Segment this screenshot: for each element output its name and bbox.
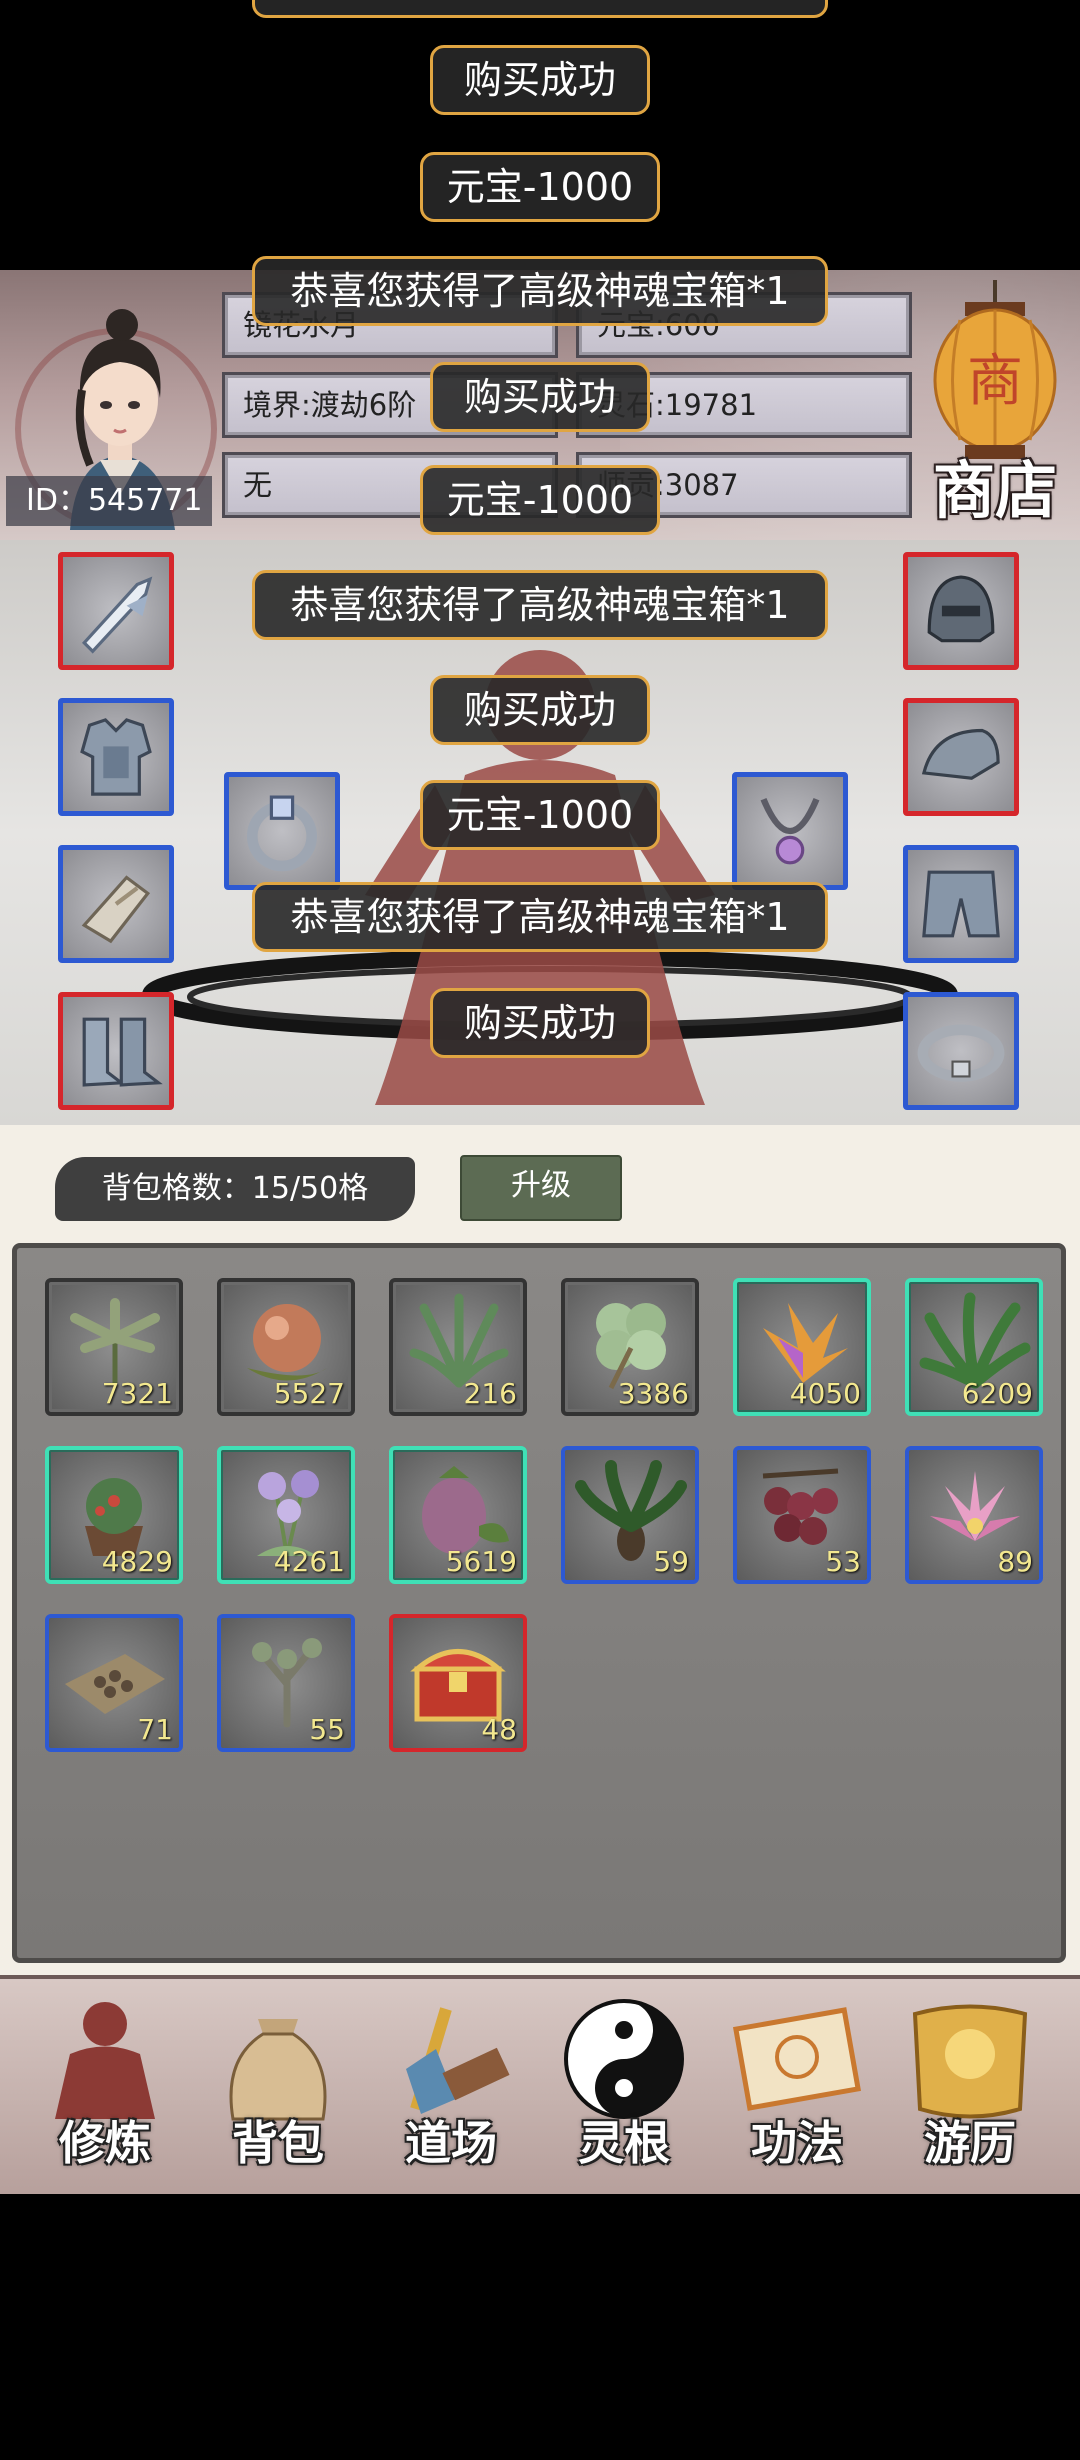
inventory-item[interactable]: 216: [389, 1278, 527, 1416]
ring-slot[interactable]: [224, 772, 340, 890]
belt-slot[interactable]: [903, 992, 1019, 1110]
item-quantity: 59: [653, 1545, 689, 1578]
player-id: ID：545771: [6, 476, 212, 526]
item-quantity: 4829: [101, 1545, 173, 1578]
inventory-item[interactable]: 55: [217, 1614, 355, 1752]
toast-purchase-success: 购买成功: [430, 988, 650, 1058]
toast-purchase-success: 购买成功: [430, 675, 650, 745]
toast-yuanbao-cost: 元宝-1000: [420, 780, 660, 850]
inventory-item[interactable]: 4050: [733, 1278, 871, 1416]
belt-icon: [917, 1024, 1005, 1082]
pants-icon: [922, 870, 1000, 938]
nav-label: 修炼: [59, 2116, 151, 2170]
sword-icon: [82, 576, 153, 654]
inventory-item[interactable]: 89: [905, 1446, 1043, 1584]
inventory-item[interactable]: 6209: [905, 1278, 1043, 1416]
item-grid: 7321 5527 216 3386 4050 6209 4829 4261 5…: [12, 1243, 1066, 1963]
helmet-icon: [927, 575, 995, 643]
ring-icon: [247, 795, 317, 872]
boots-slot[interactable]: [58, 992, 174, 1110]
inventory-item[interactable]: 53: [733, 1446, 871, 1584]
toast-purchase-success: 购买成功: [430, 45, 650, 115]
bracer-icon: [81, 875, 151, 944]
toast-chest-reward: 恭喜您获得了高级神魂宝箱*1: [252, 256, 828, 326]
toast-chest-reward: 恭喜您获得了高级神魂宝箱*1: [252, 0, 828, 18]
helmet-slot[interactable]: [903, 552, 1019, 670]
shoulder-icon: [921, 728, 1000, 780]
item-quantity: 7321: [101, 1377, 173, 1410]
item-quantity: 5619: [445, 1545, 517, 1578]
shop-button[interactable]: 商店: [920, 440, 1070, 530]
inventory-item[interactable]: 4261: [217, 1446, 355, 1584]
upgrade-button[interactable]: 升级: [460, 1155, 622, 1221]
bag-capacity: 背包格数：15/50格: [55, 1157, 415, 1221]
shoulder-slot[interactable]: [903, 698, 1019, 816]
inventory-item[interactable]: 5527: [217, 1278, 355, 1416]
item-quantity: 216: [463, 1377, 517, 1410]
toast-chest-reward: 恭喜您获得了高级神魂宝箱*1: [252, 882, 828, 952]
nav-cultivate[interactable]: 修炼: [30, 1989, 180, 2189]
bracer-slot[interactable]: [58, 845, 174, 963]
inventory-item[interactable]: 48: [389, 1614, 527, 1752]
nav-spirit-root[interactable]: 灵根: [549, 1989, 699, 2189]
nav-label: 背包: [232, 2116, 324, 2170]
armor-slot[interactable]: [58, 698, 174, 816]
svg-text:商: 商: [967, 349, 1023, 414]
inventory-item[interactable]: 71: [45, 1614, 183, 1752]
pants-slot[interactable]: [903, 845, 1019, 963]
inventory-item[interactable]: 4829: [45, 1446, 183, 1584]
toast-yuanbao-cost: 元宝-1000: [420, 152, 660, 222]
bottom-nav: 修炼 背包 道场 灵根 功法 游历: [0, 1975, 1080, 2194]
nav-label: 道场: [405, 2116, 497, 2170]
item-quantity: 48: [481, 1713, 517, 1746]
inventory-item[interactable]: 3386: [561, 1278, 699, 1416]
nav-label: 功法: [751, 2116, 843, 2170]
item-quantity: 5527: [273, 1377, 345, 1410]
weapon-slot[interactable]: [58, 552, 174, 670]
nav-label: 游历: [924, 2116, 1016, 2170]
bag-panel: 背包格数：15/50格 升级 7321 5527 216 3386 4050 6…: [0, 1125, 1080, 1975]
item-quantity: 3386: [617, 1377, 689, 1410]
nav-bag[interactable]: 背包: [203, 1989, 353, 2189]
necklace-icon: [760, 797, 820, 865]
nav-travel[interactable]: 游历: [895, 1989, 1045, 2189]
chest-armor-icon: [80, 718, 152, 796]
inventory-item[interactable]: 7321: [45, 1278, 183, 1416]
item-quantity: 6209: [961, 1377, 1033, 1410]
inventory-item[interactable]: 5619: [389, 1446, 527, 1584]
necklace-slot[interactable]: [732, 772, 848, 890]
inventory-item[interactable]: 59: [561, 1446, 699, 1584]
item-quantity: 71: [137, 1713, 173, 1746]
nav-dojo[interactable]: 道场: [376, 1989, 526, 2189]
toast-yuanbao-cost: 元宝-1000: [420, 465, 660, 535]
toast-chest-reward: 恭喜您获得了高级神魂宝箱*1: [252, 570, 828, 640]
toast-purchase-success: 购买成功: [430, 362, 650, 432]
item-quantity: 89: [997, 1545, 1033, 1578]
item-quantity: 53: [825, 1545, 861, 1578]
boots-icon: [82, 1017, 163, 1087]
item-quantity: 4050: [789, 1377, 861, 1410]
item-quantity: 4261: [273, 1545, 345, 1578]
item-quantity: 55: [309, 1713, 345, 1746]
nav-label: 灵根: [578, 2116, 670, 2170]
nav-technique[interactable]: 功法: [722, 1989, 872, 2189]
